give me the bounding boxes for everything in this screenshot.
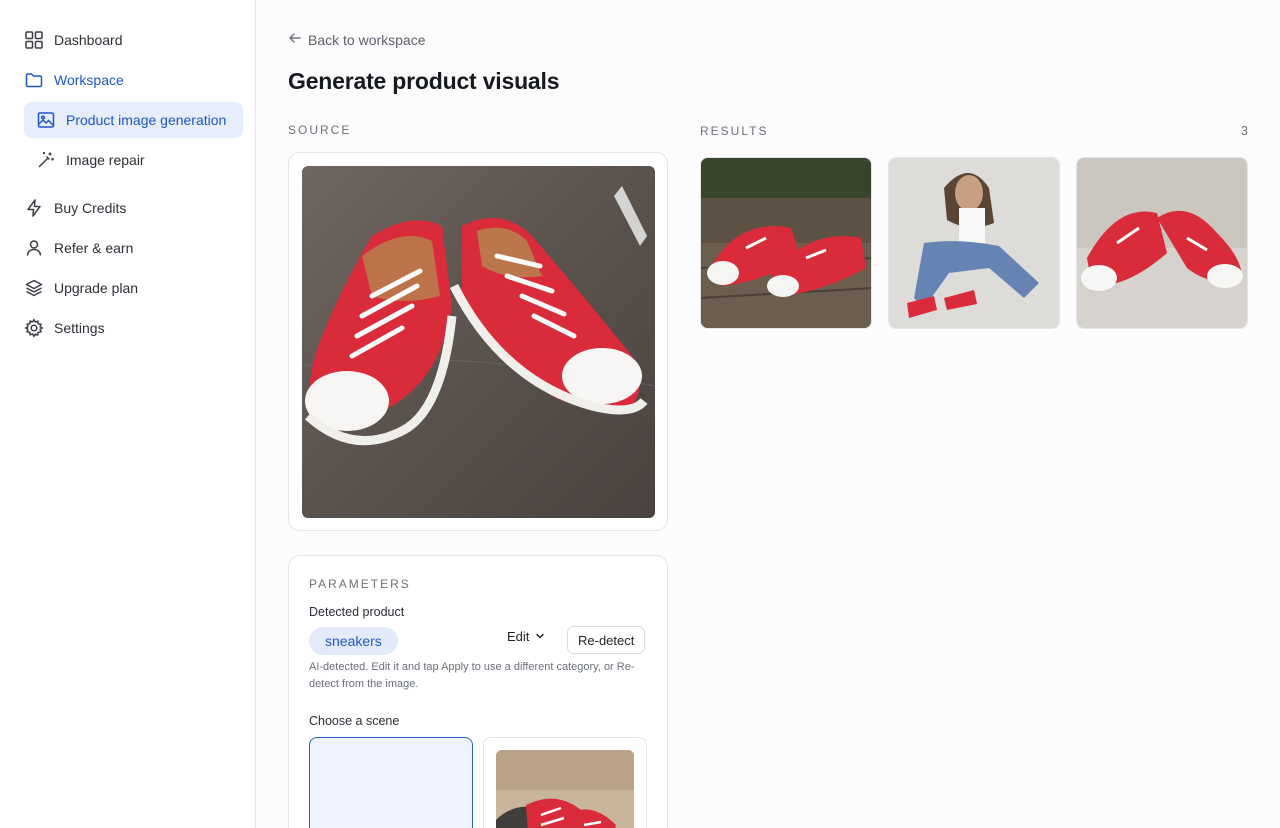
- result-thumbnail-2[interactable]: [888, 157, 1060, 329]
- redetect-button[interactable]: Re-detect: [567, 626, 646, 654]
- lightning-icon: [24, 198, 44, 218]
- sidebar-item-label: Image repair: [66, 152, 145, 168]
- sidebar-item-label: Product image generation: [66, 112, 227, 128]
- user-icon: [24, 238, 44, 258]
- main-content: Back to workspace Generate product visua…: [256, 0, 1280, 828]
- sidebar-item-workspace[interactable]: Workspace: [24, 62, 124, 98]
- scene-option-selected[interactable]: [309, 737, 473, 828]
- gear-icon: [24, 318, 44, 338]
- image-icon: [36, 110, 56, 130]
- edit-dropdown-button[interactable]: Edit: [507, 629, 545, 644]
- detected-product-help-text: AI-detected. Edit it and tap Apply to us…: [309, 661, 635, 690]
- source-image[interactable]: [302, 166, 655, 518]
- sidebar-item-label: Buy Credits: [54, 200, 127, 216]
- sidebar-item-label: Dashboard: [54, 32, 123, 48]
- choose-scene-label: Choose a scene: [309, 714, 400, 728]
- detected-product-label: Detected product: [309, 605, 405, 619]
- parameters-section-label: PARAMETERS: [309, 577, 411, 591]
- edit-label: Edit: [507, 629, 530, 644]
- page-title: Generate product visuals: [288, 68, 560, 94]
- result-thumbnail-1[interactable]: [700, 157, 872, 329]
- sidebar-item-label: Upgrade plan: [54, 280, 139, 296]
- chevron-down-icon: [535, 629, 545, 644]
- sidebar-item-label: Settings: [54, 320, 105, 336]
- sidebar-item-product-image-generation[interactable]: Product image generation: [24, 102, 243, 138]
- sidebar-item-image-repair[interactable]: Image repair: [36, 142, 145, 178]
- detected-product-chip[interactable]: sneakers: [309, 627, 398, 655]
- layers-icon: [24, 278, 44, 298]
- arrow-left-icon: [288, 31, 302, 48]
- scene-option[interactable]: [483, 737, 647, 828]
- scene-option-image: [496, 750, 634, 828]
- magic-wand-icon: [36, 150, 56, 170]
- parameters-card: PARAMETERS Detected product sneakers Edi…: [288, 555, 668, 828]
- grid-icon: [24, 30, 44, 50]
- sidebar: Dashboard Workspace Product image genera…: [0, 0, 256, 828]
- sidebar-item-settings[interactable]: Settings: [24, 310, 105, 346]
- sidebar-item-buy-credits[interactable]: Buy Credits: [24, 190, 126, 226]
- results-section-label: RESULTS: [700, 124, 769, 138]
- sidebar-item-refer-earn[interactable]: Refer & earn: [24, 230, 133, 266]
- sidebar-item-label: Workspace: [54, 72, 124, 88]
- source-section-label: SOURCE: [288, 123, 352, 137]
- sidebar-item-dashboard[interactable]: Dashboard: [24, 22, 123, 58]
- sidebar-item-label: Refer & earn: [54, 240, 134, 256]
- result-thumbnail-3[interactable]: [1076, 157, 1248, 329]
- back-link-label: Back to workspace: [308, 31, 426, 48]
- source-card: [288, 152, 668, 531]
- folder-icon: [24, 70, 44, 90]
- back-to-workspace-link[interactable]: Back to workspace: [288, 31, 426, 48]
- sidebar-item-upgrade-plan[interactable]: Upgrade plan: [24, 270, 138, 306]
- results-count: 3: [1240, 123, 1248, 138]
